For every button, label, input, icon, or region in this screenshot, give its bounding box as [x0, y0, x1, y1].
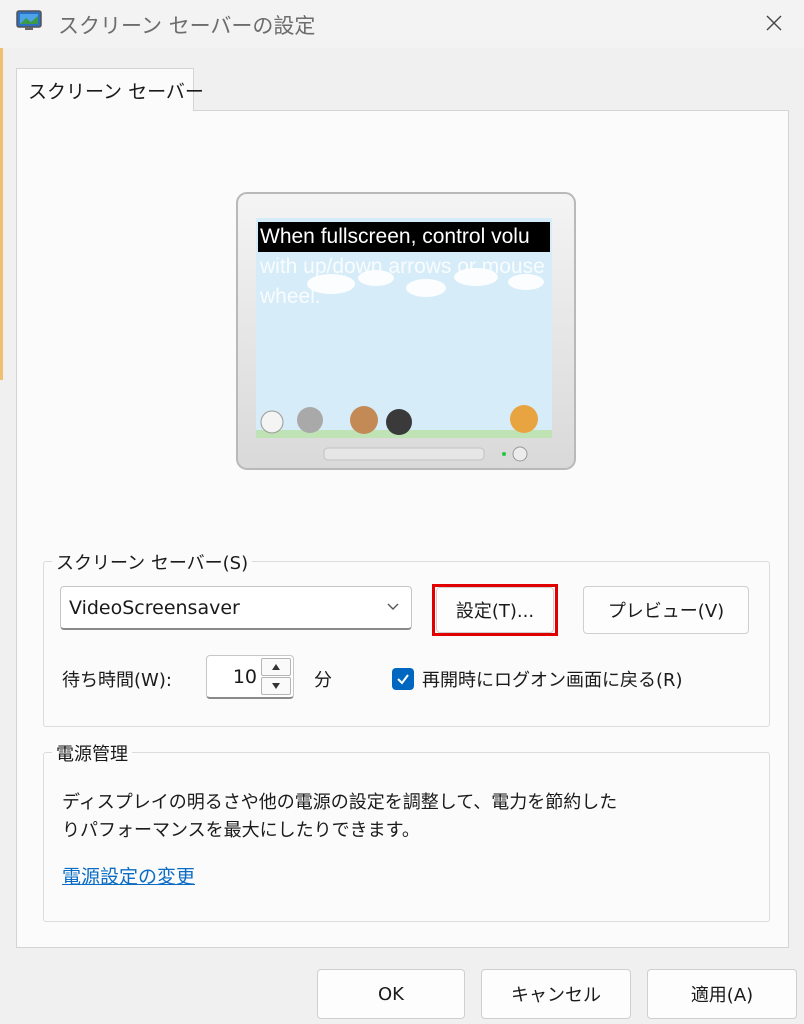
- close-icon: [766, 15, 782, 31]
- power-settings-link[interactable]: 電源設定の変更: [62, 862, 195, 889]
- settings-button-highlight: [432, 584, 558, 636]
- resume-logon-checkbox[interactable]: [392, 668, 414, 690]
- background-window-edge: [0, 0, 3, 380]
- power-description: ディスプレイの明るさや他の電源の設定を調整して、電力を節約した: [62, 792, 618, 813]
- wait-label: 待ち時間(W):: [62, 670, 172, 691]
- decrement-button[interactable]: [261, 677, 291, 695]
- arrow-down-icon: [272, 683, 280, 689]
- preview-caption: wheel.: [260, 285, 321, 308]
- power-group-legend: 電源管理: [52, 740, 132, 766]
- preview-screen: When fullscreen, control volu with up/do…: [258, 222, 550, 438]
- screensaver-group-legend: スクリーン セーバー(S): [52, 549, 253, 575]
- wait-time-value: 10: [232, 666, 257, 688]
- wait-time-stepper[interactable]: 10: [206, 655, 294, 699]
- checkmark-icon: [397, 674, 409, 685]
- screensaver-dropdown[interactable]: VideoScreensaver: [60, 586, 412, 630]
- screensaver-dropdown-value: VideoScreensaver: [69, 596, 240, 619]
- window-title: スクリーン セーバーの設定: [58, 14, 316, 38]
- close-button[interactable]: [752, 4, 796, 42]
- title-bar: スクリーン セーバーの設定: [0, 0, 804, 48]
- ok-button[interactable]: OK: [317, 969, 465, 1019]
- chevron-down-icon: [387, 603, 399, 610]
- tab-screensaver[interactable]: スクリーン セーバー: [16, 68, 204, 111]
- apply-button[interactable]: 適用(A): [647, 969, 797, 1019]
- preview-caption: with up/down arrows or mouse: [260, 255, 545, 278]
- screensaver-monitor-icon: [16, 10, 42, 32]
- preview-caption: When fullscreen, control volu: [258, 222, 550, 252]
- wait-unit-label: 分: [314, 670, 332, 691]
- power-description: りパフォーマンスを最大にしたりできます。: [62, 820, 420, 841]
- preview-button[interactable]: プレビュー(V): [583, 586, 749, 634]
- increment-button[interactable]: [261, 658, 291, 676]
- resume-logon-label[interactable]: 再開時にログオン画面に戻る(R): [422, 666, 683, 692]
- arrow-up-icon: [272, 664, 280, 670]
- cancel-button[interactable]: キャンセル: [481, 969, 631, 1019]
